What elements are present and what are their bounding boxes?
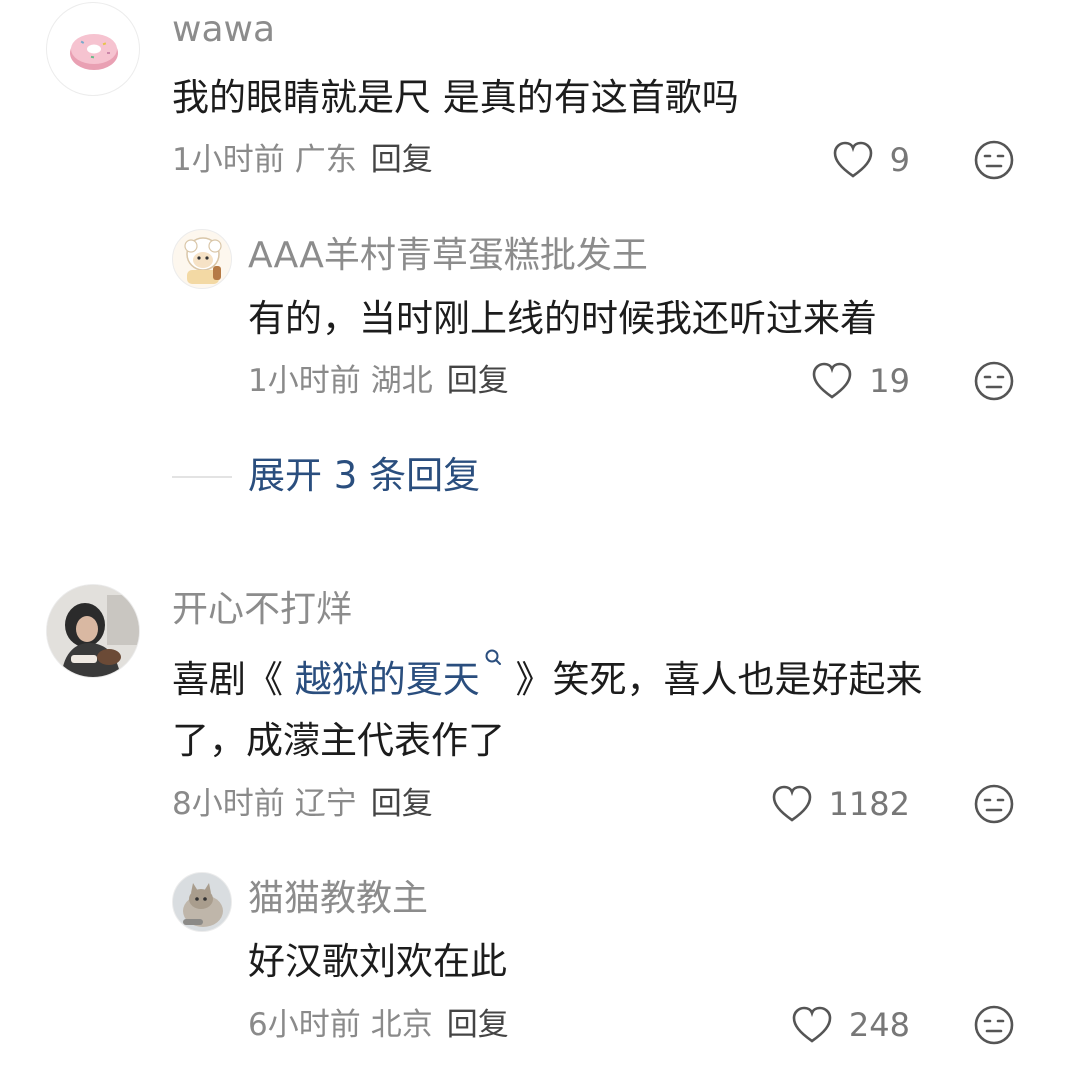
- reply-button[interactable]: 回复: [371, 786, 433, 822]
- username[interactable]: AAA羊村青草蛋糕批发王: [248, 236, 648, 276]
- comment-text: 好汉歌刘欢在此: [248, 940, 507, 983]
- like-count: 9: [889, 141, 910, 179]
- comment-meta: 8小时前 辽宁 回复: [172, 784, 433, 824]
- expand-replies-button[interactable]: 展开 3 条回复: [248, 450, 480, 502]
- location: 北京: [370, 1007, 433, 1043]
- heart-icon: [812, 362, 852, 399]
- dislike-face-icon[interactable]: [973, 783, 1015, 825]
- username[interactable]: wawa: [172, 10, 275, 50]
- avatar[interactable]: [46, 584, 140, 678]
- reply-button[interactable]: 回复: [371, 142, 433, 178]
- comment-meta: 1小时前 湖北 回复: [248, 361, 509, 401]
- comment-text-suffix: 》笑死，喜人也是好起来: [503, 658, 923, 701]
- timestamp: 1小时前: [248, 363, 361, 399]
- like-button[interactable]: 248: [791, 1003, 910, 1047]
- reply-button[interactable]: 回复: [447, 363, 509, 399]
- timestamp: 8小时前: [172, 786, 285, 822]
- search-link[interactable]: 越狱的夏天: [295, 658, 480, 701]
- dislike-face-icon[interactable]: [973, 139, 1015, 181]
- dislike-face-icon[interactable]: [973, 1004, 1015, 1046]
- cat-photo-icon: [173, 873, 231, 931]
- location: 辽宁: [294, 786, 357, 822]
- comment-meta: 6小时前 北京 回复: [248, 1005, 509, 1045]
- like-count: 1182: [828, 785, 910, 823]
- avatar[interactable]: [172, 229, 232, 289]
- avatar[interactable]: [172, 872, 232, 932]
- search-icon[interactable]: [484, 648, 504, 670]
- location: 广东: [294, 142, 357, 178]
- avatar[interactable]: [46, 2, 140, 96]
- timestamp: 1小时前: [172, 142, 285, 178]
- comment-text-line-2: 了，成濛主代表作了: [172, 719, 505, 762]
- comment-meta: 1小时前 广东 回复: [172, 140, 433, 180]
- comment-text: 有的，当时刚上线的时候我还听过来着: [248, 297, 877, 340]
- comment-text: 我的眼睛就是尺 是真的有这首歌吗: [172, 76, 739, 119]
- like-count: 248: [848, 1006, 910, 1044]
- comment-text-prefix: 喜剧《: [172, 658, 295, 701]
- dislike-face-icon[interactable]: [973, 360, 1015, 402]
- timestamp: 6小时前: [248, 1007, 361, 1043]
- like-button[interactable]: 1182: [771, 782, 910, 826]
- divider: [172, 476, 232, 478]
- like-button[interactable]: 9: [832, 138, 910, 182]
- heart-icon: [833, 141, 872, 178]
- location: 湖北: [370, 363, 433, 399]
- heart-icon: [792, 1006, 832, 1043]
- person-photo-icon: [47, 585, 139, 677]
- reply-button[interactable]: 回复: [447, 1007, 509, 1043]
- comment-text-line-1: 喜剧《 越狱的夏天 》笑死，喜人也是好起来: [172, 648, 923, 711]
- donut-icon: [70, 34, 118, 70]
- username[interactable]: 开心不打烊: [172, 590, 352, 630]
- username[interactable]: 猫猫教教主: [248, 879, 428, 919]
- like-count: 19: [869, 362, 910, 400]
- heart-icon: [772, 785, 811, 822]
- like-button[interactable]: 19: [811, 359, 910, 403]
- cartoon-sheep-icon: [184, 237, 222, 284]
